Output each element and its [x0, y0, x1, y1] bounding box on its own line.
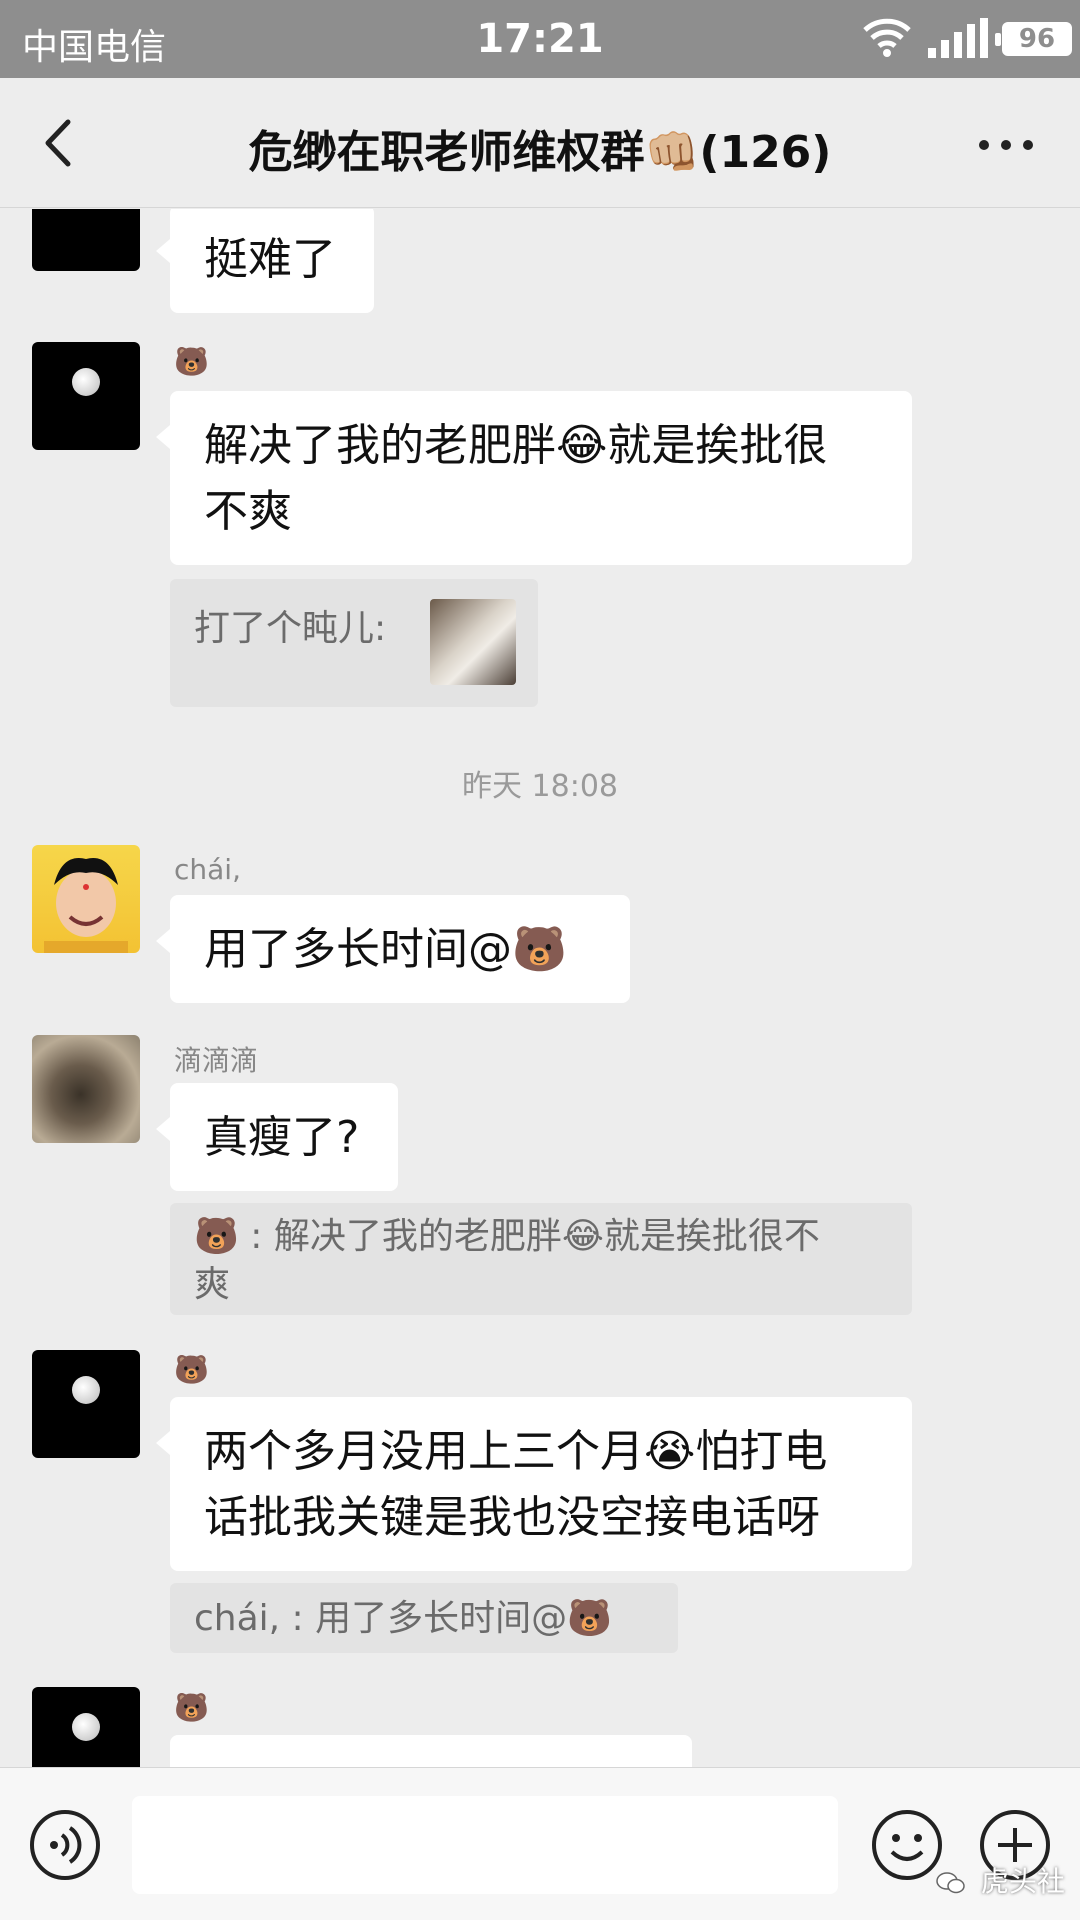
sender-name: 🐻 [174, 345, 209, 378]
chat-area[interactable]: 挺难了 🐻 解决了我的老肥胖😂就是挨批很 不爽 打了个盹儿: 昨天 18:08 … [0, 209, 1080, 1767]
more-dots-icon[interactable] [976, 130, 1036, 160]
wifi-icon [863, 18, 911, 57]
watermark-text: 虎头社 [980, 1865, 1065, 1898]
chat-title: 危缈在职老师维权群👊🏼(126) [248, 127, 832, 178]
message-bubble[interactable]: 解决了我的老肥胖😂就是挨批很 不爽 [156, 391, 912, 565]
back-chevron-icon[interactable] [34, 116, 88, 170]
status-bar: 中国电信 17:21 96 [0, 0, 1080, 78]
signal-icon [928, 18, 988, 58]
voice-icon[interactable] [28, 1808, 102, 1882]
message-bubble[interactable] [170, 1735, 692, 1767]
message-bubble[interactable]: 真瘦了? [156, 1083, 398, 1191]
message-bubble[interactable]: 两个多月没用上三个月😭怕打电 话批我关键是我也没空接电话呀 [156, 1397, 912, 1571]
sticker-thumbnail[interactable] [430, 599, 516, 685]
avatar[interactable] [32, 1350, 140, 1458]
watermark: 虎头社 [936, 1860, 1065, 1900]
quote-reply[interactable]: 🐻 : 解决了我的老肥胖😂就是挨批很不 爽 [170, 1203, 912, 1315]
avatar[interactable] [32, 845, 140, 953]
sender-name: 🐻 [174, 1353, 209, 1386]
message-input[interactable] [132, 1796, 838, 1894]
sender-name: 🐻 [174, 1691, 209, 1724]
quote-reply[interactable]: 打了个盹儿: [170, 579, 538, 707]
input-bar: 虎头社 [0, 1767, 1080, 1920]
avatar[interactable] [32, 342, 140, 450]
message-bubble[interactable]: 挺难了 [156, 209, 374, 313]
emoji-icon[interactable] [870, 1808, 944, 1882]
avatar[interactable] [32, 209, 140, 271]
face-avatar-icon [44, 858, 128, 953]
quote-text: 打了个盹儿: [194, 608, 387, 649]
message-bubble[interactable]: 用了多长时间@🐻 [156, 895, 630, 1003]
sender-name: chái, [174, 853, 241, 886]
sender-name: 滴滴滴 [174, 1044, 259, 1077]
quote-reply[interactable]: chái, : 用了多长时间@🐻 [170, 1583, 678, 1653]
timestamp: 昨天 18:08 [462, 769, 618, 804]
nav-bar: 危缈在职老师维权群👊🏼(126) [0, 78, 1080, 208]
clock: 17:21 [476, 16, 604, 62]
avatar[interactable] [32, 1035, 140, 1143]
battery-icon: 96 [995, 22, 1072, 56]
avatar[interactable] [32, 1687, 140, 1767]
wechat-logo-icon [936, 1872, 965, 1894]
